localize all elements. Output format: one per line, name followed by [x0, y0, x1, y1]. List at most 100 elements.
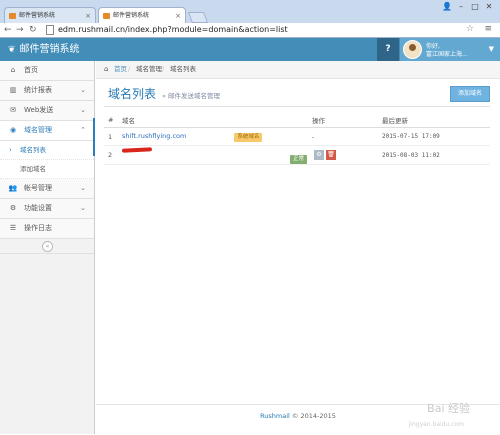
active-indicator: [93, 118, 95, 156]
col-domain: 域名: [122, 113, 312, 128]
sidebar-item-label: Web发送: [24, 106, 54, 114]
browser-chrome: 邮件营销系统 × 邮件营销系统 × 👤 – □ ✕ ← → ↻ edm.rushmai…: [0, 0, 500, 38]
breadcrumb-home[interactable]: 首页: [114, 61, 127, 78]
collapse-icon[interactable]: «: [42, 241, 53, 252]
caret-down-icon: ▼: [488, 45, 494, 53]
caret-right-icon: ›: [9, 146, 12, 154]
home-icon[interactable]: ⌂: [104, 61, 108, 78]
page-subtitle: » 邮件发送域名管理: [162, 92, 221, 100]
chevron-down-icon: ⌄: [80, 184, 86, 192]
help-button[interactable]: ?: [377, 38, 399, 61]
divider: [104, 106, 490, 107]
sidebar-item-logs[interactable]: ☰ 操作日志: [0, 219, 94, 239]
close-tab-icon[interactable]: ×: [85, 8, 91, 24]
breadcrumb: ⌂ 首页 / 域名管理 / 域名列表: [96, 61, 500, 79]
tab-label: 邮件营销系统: [19, 12, 56, 19]
domain-cell: shift.rushflying.com 系统域名: [122, 127, 312, 146]
add-domain-button[interactable]: 添加域名: [450, 86, 490, 102]
delete-icon[interactable]: 🗑: [326, 150, 336, 160]
close-tab-icon[interactable]: ×: [175, 8, 181, 24]
chevron-down-icon: ⌄: [80, 86, 86, 94]
bookmark-star-icon[interactable]: ☆: [466, 24, 474, 34]
username: 富江国家上海...: [426, 51, 468, 58]
sidebar-item-label: 功能设置: [24, 204, 52, 212]
app-header: ❦ 邮件营销系统 ? 你好, 富江国家上海... ▼: [0, 38, 500, 61]
url-field[interactable]: edm.rushmail.cn/index.php?module=domain&…: [46, 23, 476, 36]
table-header-row: # 域名 操作 最后更新: [104, 113, 490, 128]
table-row: 2 正常 ⚙ 🗑 2015-08-03 11:02: [104, 145, 490, 165]
sidebar-item-settings[interactable]: ⚙ 功能设置 ⌄: [0, 199, 94, 219]
cogs-icon: ⚙: [9, 204, 17, 212]
user-icon[interactable]: 👤: [440, 2, 454, 11]
chart-icon: ▥: [9, 86, 17, 94]
avatar: [403, 40, 422, 59]
sidebar-item-home[interactable]: ⌂ 首页: [0, 61, 94, 81]
minimize-icon[interactable]: –: [454, 2, 468, 11]
list-icon: ☰: [9, 224, 17, 232]
window-controls: 👤 – □ ✕: [440, 2, 496, 11]
brand[interactable]: ❦ 邮件营销系统: [8, 38, 80, 62]
redacted-domain: [121, 147, 153, 153]
sidebar-item-label: 域名管理: [24, 126, 52, 134]
domain-table: # 域名 操作 最后更新 1 shift.rushflying.com 系统域名…: [104, 113, 490, 165]
settings-icon[interactable]: ⚙: [314, 150, 324, 160]
watermark: Bai 经验: [427, 402, 470, 415]
new-tab-button[interactable]: [187, 12, 209, 23]
sidebar-item-domain[interactable]: ◉ 域名管理 ⌃: [0, 121, 94, 141]
chevron-down-icon: ⌄: [80, 106, 86, 114]
page-icon: [46, 24, 54, 35]
tab-label: 邮件营销系统: [113, 12, 150, 19]
favicon-icon: [103, 13, 110, 19]
sidebar: ⌂ 首页 ▥ 统计报表 ⌄ ✉ Web发送 ⌄ ◉ 域名管理 ⌃ › 域名列表 添加域名 👥 帐号…: [0, 61, 95, 434]
footer-brand[interactable]: Rushmail: [260, 412, 290, 420]
address-bar-row: ← → ↻ edm.rushmail.cn/index.php?module=d…: [0, 23, 500, 37]
row-index: 1: [104, 127, 122, 146]
sidebar-item-label: 统计报表: [24, 86, 52, 94]
sidebar-item-accounts[interactable]: 👥 帐号管理 ⌄: [0, 179, 94, 199]
sidebar-item-label: 首页: [24, 66, 38, 74]
sidebar-item-label: 操作日志: [24, 224, 52, 232]
domain-link[interactable]: shift.rushflying.com: [122, 132, 186, 140]
breadcrumb-current: 域名列表: [170, 65, 196, 73]
globe-icon: ◉: [9, 126, 17, 134]
breadcrumb-domain[interactable]: 域名管理: [136, 61, 162, 78]
brand-title: 邮件营销系统: [19, 44, 80, 55]
menu-icon[interactable]: ≡: [484, 24, 492, 34]
home-icon: ⌂: [10, 66, 16, 74]
chevron-up-icon: ⌃: [80, 126, 86, 134]
footer-copyright: © 2014-2015: [291, 412, 336, 420]
users-icon: 👥: [8, 184, 18, 192]
page-title: 域名列表: [108, 87, 157, 101]
operation-cell: -: [312, 127, 382, 146]
reload-icon[interactable]: ↻: [29, 24, 37, 36]
sidebar-subitem-domain-list[interactable]: › 域名列表: [0, 141, 94, 160]
watermark-url: jingyan.baidu.com: [408, 421, 464, 428]
breadcrumb-separator: /: [162, 65, 165, 73]
envelope-icon: ✉: [10, 106, 16, 114]
sidebar-subitem-add-domain[interactable]: 添加域名: [0, 160, 94, 179]
sidebar-subitem-label: 域名列表: [20, 146, 46, 154]
breadcrumb-separator: /: [128, 65, 131, 73]
updated-cell: 2015-08-03 11:02: [382, 145, 490, 165]
sidebar-item-web-send[interactable]: ✉ Web发送 ⌄: [0, 101, 94, 121]
operation-cell: ⚙ 🗑: [312, 145, 382, 165]
maximize-icon[interactable]: □: [468, 2, 482, 11]
close-window-icon[interactable]: ✕: [482, 2, 496, 11]
back-icon[interactable]: ←: [4, 24, 12, 36]
col-index: #: [104, 113, 122, 128]
system-domain-badge: 系统域名: [234, 132, 263, 142]
sidebar-item-stats[interactable]: ▥ 统计报表 ⌄: [0, 81, 94, 101]
domain-cell: 正常: [121, 145, 312, 165]
updated-cell: 2015-07-15 17:09: [382, 127, 490, 146]
browser-tab-active[interactable]: 邮件营销系统 ×: [98, 7, 186, 23]
user-menu[interactable]: 你好, 富江国家上海... ▼: [400, 38, 500, 61]
forward-icon[interactable]: →: [16, 24, 24, 36]
row-index: 2: [104, 145, 122, 165]
chevron-down-icon: ⌄: [80, 204, 86, 212]
table-row: 1 shift.rushflying.com 系统域名 - 2015-07-15…: [104, 127, 490, 146]
url-text: edm.rushmail.cn/index.php?module=domain&…: [58, 25, 288, 34]
sidebar-item-label: 帐号管理: [24, 184, 52, 192]
sidebar-subitem-label: 添加域名: [20, 165, 46, 173]
col-updated: 最后更新: [382, 113, 490, 128]
browser-tab[interactable]: 邮件营销系统 ×: [4, 7, 96, 23]
